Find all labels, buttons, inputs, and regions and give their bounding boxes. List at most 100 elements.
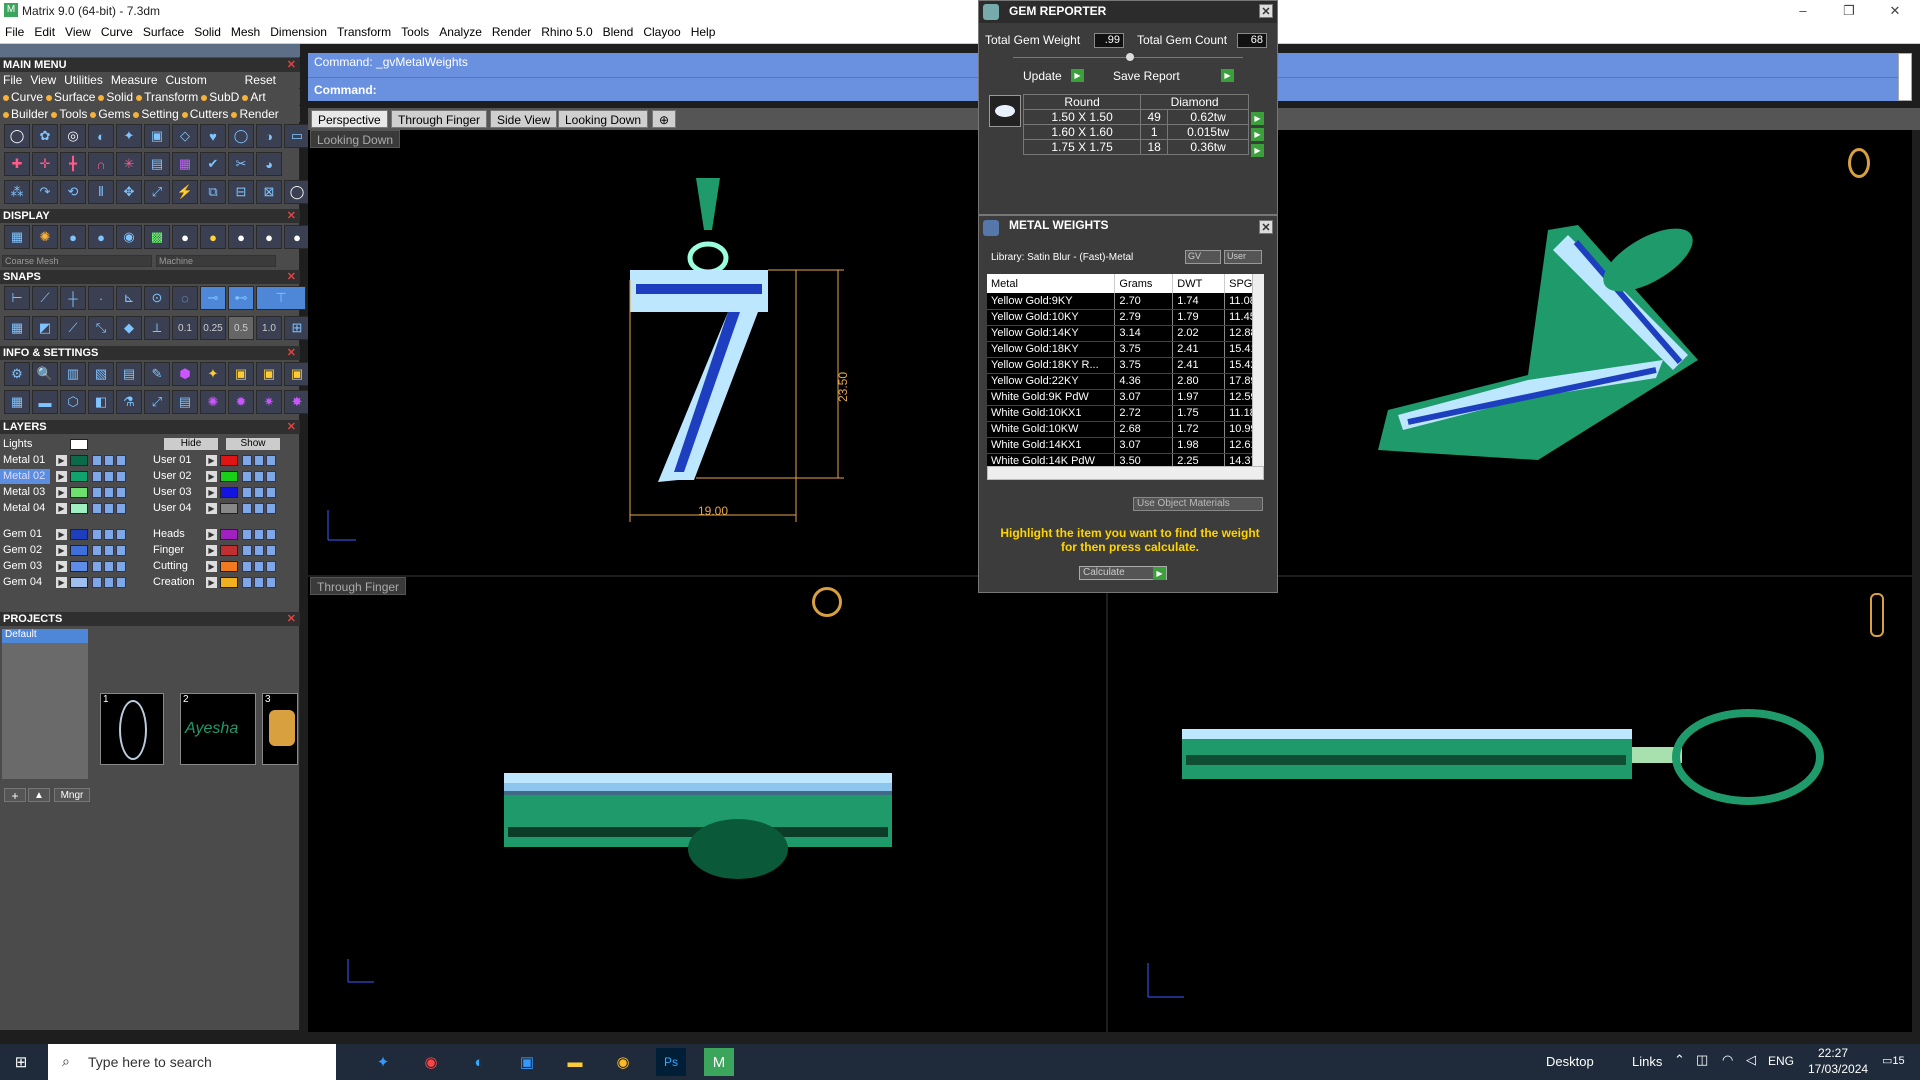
- metal-row[interactable]: Yellow Gold:18KY 3.75 2.41 15.41: [987, 341, 1264, 358]
- snap-center-icon[interactable]: ⊙: [144, 286, 170, 310]
- project-thumb-1[interactable]: 1: [100, 693, 164, 765]
- tab-looking-down[interactable]: Looking Down: [558, 110, 649, 128]
- plus-tool-icon[interactable]: ✚: [4, 152, 30, 176]
- grid-snap-icon[interactable]: ⊞: [284, 316, 310, 340]
- save-report-button[interactable]: Save Report: [1113, 69, 1180, 83]
- tool-icon[interactable]: ▦: [172, 152, 198, 176]
- tab-perspective[interactable]: Perspective: [311, 110, 388, 128]
- menu-item-utilities[interactable]: Utilities: [64, 73, 103, 87]
- table-hscrollbar[interactable]: [987, 466, 1264, 480]
- tool-icon[interactable]: ♥: [200, 124, 226, 148]
- taskbar-search[interactable]: ⌕ Type here to search: [48, 1044, 336, 1080]
- hide-button[interactable]: Hide: [164, 438, 218, 450]
- snap-icon[interactable]: ⊾: [116, 286, 142, 310]
- menu-surface[interactable]: Surface: [138, 22, 189, 42]
- cat-art[interactable]: Art: [242, 90, 266, 104]
- snap-quad-icon[interactable]: ◌: [172, 286, 198, 310]
- cat-tools[interactable]: Tools: [51, 107, 87, 121]
- layer-gem-01[interactable]: Gem 01 ▶: [0, 527, 150, 542]
- tool-icon[interactable]: ⁂: [4, 180, 30, 204]
- layer-heads[interactable]: Heads ▶: [150, 527, 300, 542]
- up-arrow-icon[interactable]: ▲: [28, 788, 50, 802]
- snap-icon[interactable]: ⊷: [228, 286, 254, 310]
- tool-icon[interactable]: ⬡: [60, 390, 86, 414]
- ring-view-icon[interactable]: [1848, 148, 1870, 178]
- viewport-side-view[interactable]: [1108, 577, 1912, 1032]
- project-default[interactable]: Default: [2, 629, 88, 643]
- snap-icon[interactable]: ⊸: [200, 286, 226, 310]
- tool-icon[interactable]: ∩: [88, 152, 114, 176]
- tool-icon[interactable]: ▬: [32, 390, 58, 414]
- gem-row[interactable]: 1.50 X 1.50 49 0.62tw: [1022, 109, 1249, 125]
- tool-icon[interactable]: ⫴: [88, 180, 114, 204]
- metal-row[interactable]: Yellow Gold:10KY 2.79 1.79 11.45: [987, 309, 1264, 326]
- tool-icon[interactable]: ⤢: [144, 390, 170, 414]
- tool-icon[interactable]: ▣: [256, 362, 282, 386]
- menu-rhino[interactable]: Rhino 5.0: [536, 22, 597, 42]
- tool-icon[interactable]: ▦: [4, 390, 30, 414]
- tool-icon[interactable]: ↷: [32, 180, 58, 204]
- use-object-materials-toggle[interactable]: Use Object Materials: [1133, 497, 1263, 511]
- tool-icon[interactable]: ▤: [116, 362, 142, 386]
- metal-row[interactable]: Yellow Gold:18KY R... 3.75 2.41 15.42: [987, 357, 1264, 374]
- wifi-icon[interactable]: ◠: [1722, 1052, 1733, 1068]
- viewport-perspective[interactable]: [1278, 130, 1912, 575]
- gem-row-go-icon[interactable]: ▶: [1251, 112, 1264, 125]
- menu-blend[interactable]: Blend: [598, 22, 639, 42]
- tool-icon[interactable]: ⟋: [60, 316, 86, 340]
- gem-row[interactable]: 1.60 X 1.60 1 0.015tw: [1022, 124, 1249, 140]
- chrome-icon[interactable]: ◉: [608, 1048, 638, 1076]
- volume-icon[interactable]: ◁: [1746, 1052, 1756, 1068]
- tool-icon[interactable]: ✂: [228, 152, 254, 176]
- zoom-icon[interactable]: 🔍: [32, 362, 58, 386]
- viewport-looking-down[interactable]: Looking Down 19.00 23.50: [308, 130, 978, 575]
- add-project-button[interactable]: +: [4, 788, 26, 803]
- cat-subd[interactable]: SubD: [201, 90, 239, 104]
- chrome-icon[interactable]: ◉: [416, 1048, 446, 1076]
- tool-icon[interactable]: ✦: [200, 362, 226, 386]
- metal-row[interactable]: Yellow Gold:14KY 3.14 2.02 12.88: [987, 325, 1264, 342]
- rendered-icon[interactable]: ●: [88, 225, 114, 249]
- close-button[interactable]: ✕: [1872, 0, 1918, 22]
- viewport-through-finger[interactable]: Through Finger: [308, 577, 1106, 1032]
- metal-row[interactable]: White Gold:9K PdW 3.07 1.97 12.59: [987, 389, 1264, 406]
- clock-date[interactable]: 17/03/2024: [1808, 1062, 1868, 1076]
- chevron-up-icon[interactable]: ⌃: [1674, 1052, 1685, 1068]
- cat-render[interactable]: Render: [231, 107, 279, 121]
- cat-surface[interactable]: Surface: [46, 90, 95, 104]
- add-tab-icon[interactable]: ⊕: [652, 110, 677, 128]
- tool-icon[interactable]: ▣: [284, 362, 310, 386]
- network-icon[interactable]: ◫: [1696, 1052, 1708, 1068]
- command-scrollbar[interactable]: [1898, 53, 1912, 101]
- layer-metal-01[interactable]: Metal 01 ▶: [0, 453, 150, 468]
- minimize-button[interactable]: –: [1780, 0, 1826, 22]
- menu-transform[interactable]: Transform: [332, 22, 396, 42]
- menu-tools[interactable]: Tools: [396, 22, 434, 42]
- snap-mid-icon[interactable]: ┼: [60, 286, 86, 310]
- store-icon[interactable]: ▣: [512, 1048, 542, 1076]
- gem-row-go-icon[interactable]: ▶: [1251, 144, 1264, 157]
- close-icon[interactable]: ✕: [1259, 4, 1273, 18]
- tool-icon[interactable]: ✔: [200, 152, 226, 176]
- sphere-icon[interactable]: ●: [172, 225, 198, 249]
- tool-icon[interactable]: ⚡: [172, 180, 198, 204]
- ring-tool-icon[interactable]: ◯: [4, 124, 30, 148]
- close-icon[interactable]: ✕: [287, 612, 296, 626]
- menu-curve[interactable]: Curve: [96, 22, 138, 42]
- reset-button[interactable]: Reset: [245, 72, 276, 88]
- tool-icon[interactable]: ▥: [60, 362, 86, 386]
- tool-icon[interactable]: ✷: [256, 390, 282, 414]
- layer-gem-04[interactable]: Gem 04 ▶: [0, 575, 150, 590]
- tool-icon[interactable]: ⤡: [88, 316, 114, 340]
- tool-icon[interactable]: ✺: [32, 225, 58, 249]
- tool-icon[interactable]: ◉: [116, 225, 142, 249]
- tool-icon[interactable]: ⟂: [144, 316, 170, 340]
- cat-transform[interactable]: Transform: [136, 90, 198, 104]
- cat-setting[interactable]: Setting: [133, 107, 179, 121]
- snap-end-icon[interactable]: ⊢: [4, 286, 30, 310]
- layer-gem-02[interactable]: Gem 02 ▶: [0, 543, 150, 558]
- tool-icon[interactable]: ◑: [256, 124, 282, 148]
- close-icon[interactable]: ✕: [287, 58, 296, 72]
- menu-clayoo[interactable]: Clayoo: [638, 22, 685, 42]
- gem-row-go-icon[interactable]: ▶: [1251, 128, 1264, 141]
